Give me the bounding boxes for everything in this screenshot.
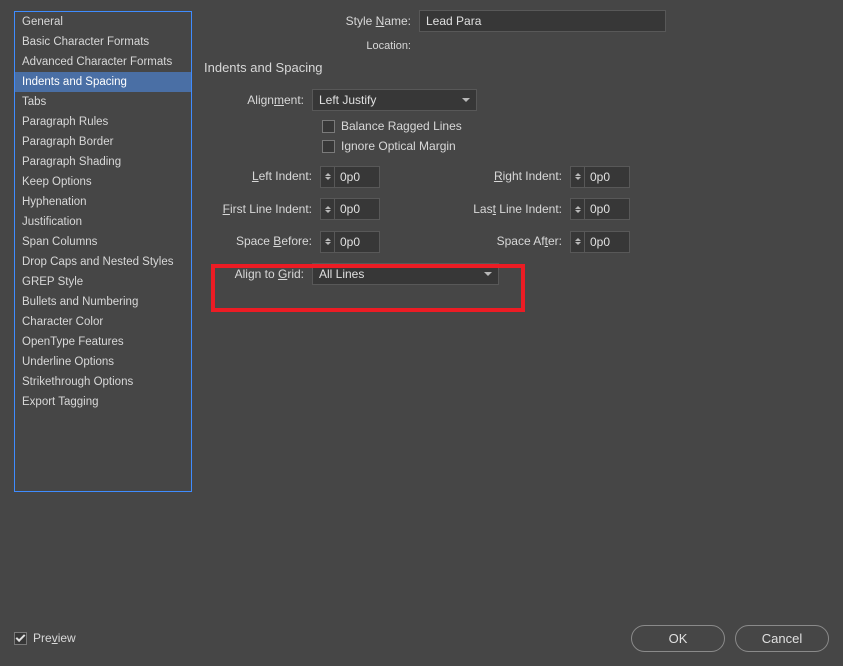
sidebar-item-drop-caps[interactable]: Drop Caps and Nested Styles bbox=[15, 252, 191, 272]
stepper-arrows-icon[interactable] bbox=[571, 199, 585, 219]
sidebar-item-paragraph-border[interactable]: Paragraph Border bbox=[15, 132, 191, 152]
stepper-arrows-icon[interactable] bbox=[571, 167, 585, 187]
first-line-indent-label: First Line Indent: bbox=[200, 202, 320, 216]
main-panel: Style Name: Location: Indents and Spacin… bbox=[200, 10, 829, 293]
sidebar-item-character-color[interactable]: Character Color bbox=[15, 312, 191, 332]
sidebar-item-paragraph-rules[interactable]: Paragraph Rules bbox=[15, 112, 191, 132]
align-to-grid-dropdown[interactable]: All Lines bbox=[312, 263, 499, 285]
style-name-label: Style Name: bbox=[200, 14, 419, 28]
sidebar-item-opentype-features[interactable]: OpenType Features bbox=[15, 332, 191, 352]
sidebar-item-underline-options[interactable]: Underline Options bbox=[15, 352, 191, 372]
sidebar-item-general[interactable]: General bbox=[15, 12, 191, 32]
sidebar-item-basic-character-formats[interactable]: Basic Character Formats bbox=[15, 32, 191, 52]
alignment-label: Alignment: bbox=[200, 93, 312, 107]
ok-button[interactable]: OK bbox=[631, 625, 725, 652]
panel-title: Indents and Spacing bbox=[204, 60, 829, 75]
align-to-grid-label: Align to Grid: bbox=[200, 267, 312, 281]
sidebar-item-paragraph-shading[interactable]: Paragraph Shading bbox=[15, 152, 191, 172]
right-indent-input[interactable] bbox=[570, 166, 630, 188]
space-before-input[interactable] bbox=[320, 231, 380, 253]
style-name-input[interactable] bbox=[419, 10, 666, 32]
preview-checkbox[interactable] bbox=[14, 632, 27, 645]
left-indent-input[interactable] bbox=[320, 166, 380, 188]
balance-ragged-checkbox[interactable] bbox=[322, 120, 335, 133]
preview-label: Preview bbox=[33, 631, 76, 645]
chevron-down-icon bbox=[462, 98, 470, 102]
sidebar-item-strikethrough-options[interactable]: Strikethrough Options bbox=[15, 372, 191, 392]
last-line-indent-label: Last Line Indent: bbox=[440, 202, 570, 216]
stepper-arrows-icon[interactable] bbox=[571, 232, 585, 252]
sidebar-item-advanced-character-formats[interactable]: Advanced Character Formats bbox=[15, 52, 191, 72]
balance-ragged-label: Balance Ragged Lines bbox=[341, 119, 462, 133]
sidebar-item-tabs[interactable]: Tabs bbox=[15, 92, 191, 112]
space-before-label: Space Before: bbox=[200, 234, 320, 248]
ignore-optical-checkbox[interactable] bbox=[322, 140, 335, 153]
sidebar-item-indents-and-spacing[interactable]: Indents and Spacing bbox=[15, 72, 191, 92]
chevron-down-icon bbox=[484, 272, 492, 276]
sidebar-item-export-tagging[interactable]: Export Tagging bbox=[15, 392, 191, 412]
category-sidebar: General Basic Character Formats Advanced… bbox=[14, 11, 192, 492]
ignore-optical-label: Ignore Optical Margin bbox=[341, 139, 456, 153]
alignment-dropdown[interactable]: Left Justify bbox=[312, 89, 477, 111]
sidebar-item-hyphenation[interactable]: Hyphenation bbox=[15, 192, 191, 212]
space-after-input[interactable] bbox=[570, 231, 630, 253]
cancel-button[interactable]: Cancel bbox=[735, 625, 829, 652]
location-label: Location: bbox=[200, 40, 419, 52]
first-line-indent-input[interactable] bbox=[320, 198, 380, 220]
sidebar-item-bullets-numbering[interactable]: Bullets and Numbering bbox=[15, 292, 191, 312]
sidebar-item-grep-style[interactable]: GREP Style bbox=[15, 272, 191, 292]
sidebar-item-span-columns[interactable]: Span Columns bbox=[15, 232, 191, 252]
sidebar-item-justification[interactable]: Justification bbox=[15, 212, 191, 232]
left-indent-label: Left Indent: bbox=[200, 169, 320, 183]
stepper-arrows-icon[interactable] bbox=[321, 199, 335, 219]
stepper-arrows-icon[interactable] bbox=[321, 167, 335, 187]
last-line-indent-input[interactable] bbox=[570, 198, 630, 220]
sidebar-item-keep-options[interactable]: Keep Options bbox=[15, 172, 191, 192]
right-indent-label: Right Indent: bbox=[440, 169, 570, 183]
stepper-arrows-icon[interactable] bbox=[321, 232, 335, 252]
dialog-footer: Preview OK Cancel bbox=[0, 610, 843, 666]
space-after-label: Space After: bbox=[440, 234, 570, 248]
